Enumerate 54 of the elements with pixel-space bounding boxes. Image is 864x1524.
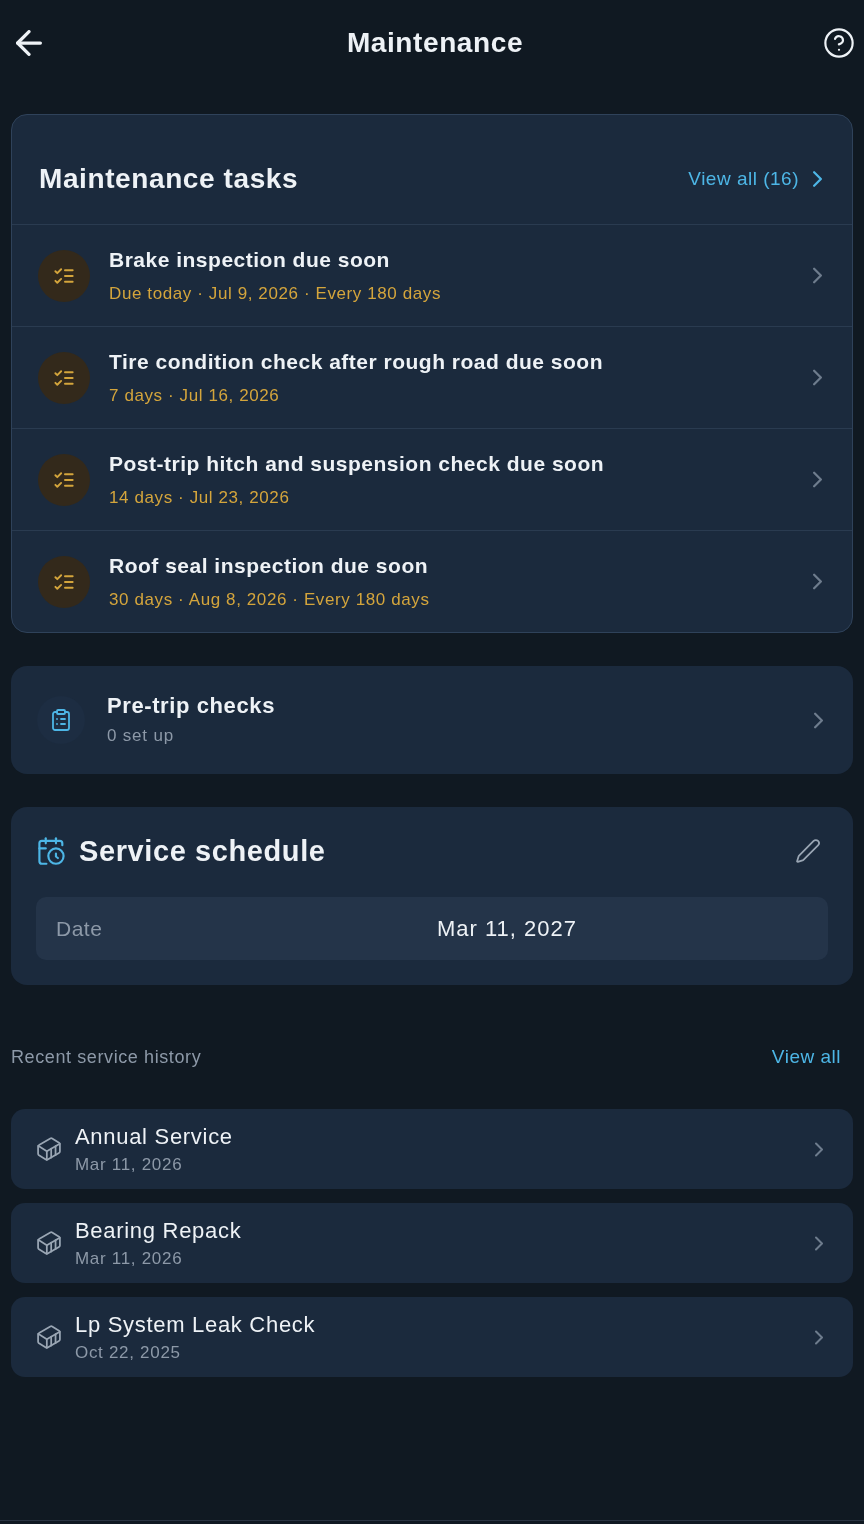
container-icon bbox=[37, 1137, 61, 1161]
pre-trip-card[interactable]: Pre-trip checks 0 set up bbox=[11, 666, 853, 774]
service-date: Oct 22, 2025 bbox=[75, 1341, 182, 1363]
help-icon bbox=[824, 28, 854, 58]
chevron-right-icon bbox=[813, 573, 822, 590]
card-title: Pre-trip checks bbox=[107, 693, 276, 719]
edit-button[interactable] bbox=[794, 837, 822, 865]
service-title: Lp System Leak Check bbox=[75, 1311, 317, 1338]
chevron-right-icon bbox=[814, 711, 823, 729]
checklist-icon bbox=[38, 351, 90, 404]
chevron-right-icon bbox=[813, 171, 822, 187]
setup-count: 0 set up bbox=[107, 725, 175, 747]
checklist-icon bbox=[38, 555, 90, 608]
help-button[interactable] bbox=[822, 26, 856, 60]
container-icon bbox=[37, 1325, 61, 1349]
chevron-right-icon bbox=[813, 369, 822, 386]
task-title: Roof seal inspection due soon bbox=[109, 552, 430, 579]
date-value: Mar 11, 2027 bbox=[436, 915, 578, 943]
task-row[interactable]: Roof seal inspection due soon 30 days · Aug 8, 2026 · Every 180 days bbox=[12, 530, 852, 632]
card-title: Maintenance tasks bbox=[39, 162, 299, 196]
chevron-right-icon bbox=[813, 267, 822, 284]
task-title: Tire condition check after rough road due soon bbox=[109, 348, 604, 375]
task-title: Post-trip hitch and suspension check due soon bbox=[109, 450, 606, 477]
view-all-link[interactable]: View all bbox=[771, 1045, 841, 1069]
task-due-detail: 14 days · Jul 23, 2026 bbox=[109, 486, 291, 509]
task-row[interactable]: Tire condition check after rough road due soon 7 days · Jul 16, 2026 bbox=[12, 326, 852, 428]
task-due-detail: 7 days · Jul 16, 2026 bbox=[109, 384, 281, 407]
back-button[interactable] bbox=[14, 28, 44, 58]
chevron-right-icon bbox=[813, 471, 822, 488]
section-title: Recent service history bbox=[11, 1046, 202, 1068]
task-title: Brake inspection due soon bbox=[109, 246, 391, 273]
chevron-right-icon bbox=[815, 1141, 823, 1157]
chevron-right-icon bbox=[815, 1329, 823, 1345]
task-row[interactable]: Brake inspection due soon Due today · Jul 9, 2026 · Every 180 days bbox=[12, 224, 852, 326]
container-icon bbox=[37, 1231, 61, 1255]
service-history-card[interactable]: Lp System Leak Check Oct 22, 2025 bbox=[11, 1297, 853, 1377]
service-date: Mar 11, 2026 bbox=[75, 1247, 184, 1269]
page-title: Maintenance bbox=[346, 26, 524, 60]
checklist-icon bbox=[38, 249, 90, 302]
service-history-card[interactable]: Bearing Repack Mar 11, 2026 bbox=[11, 1203, 853, 1283]
calendar-clock-icon bbox=[38, 837, 65, 865]
service-date: Mar 11, 2026 bbox=[75, 1153, 184, 1175]
field-label: Date bbox=[56, 915, 104, 942]
chevron-right-icon bbox=[815, 1235, 823, 1251]
pencil-icon bbox=[796, 839, 820, 863]
task-due-detail: Due today · Jul 9, 2026 · Every 180 days bbox=[109, 282, 443, 305]
service-history-card[interactable]: Annual Service Mar 11, 2026 bbox=[11, 1109, 853, 1189]
service-title: Bearing Repack bbox=[75, 1217, 243, 1244]
service-title: Annual Service bbox=[75, 1123, 234, 1150]
view-all-link[interactable]: View all (16) bbox=[688, 167, 822, 191]
task-due-detail: 30 days · Aug 8, 2026 · Every 180 days bbox=[109, 588, 431, 611]
card-title: Service schedule bbox=[79, 834, 327, 869]
checklist-icon bbox=[38, 453, 90, 506]
task-row[interactable]: Post-trip hitch and suspension check due soon 14 days · Jul 23, 2026 bbox=[12, 428, 852, 530]
